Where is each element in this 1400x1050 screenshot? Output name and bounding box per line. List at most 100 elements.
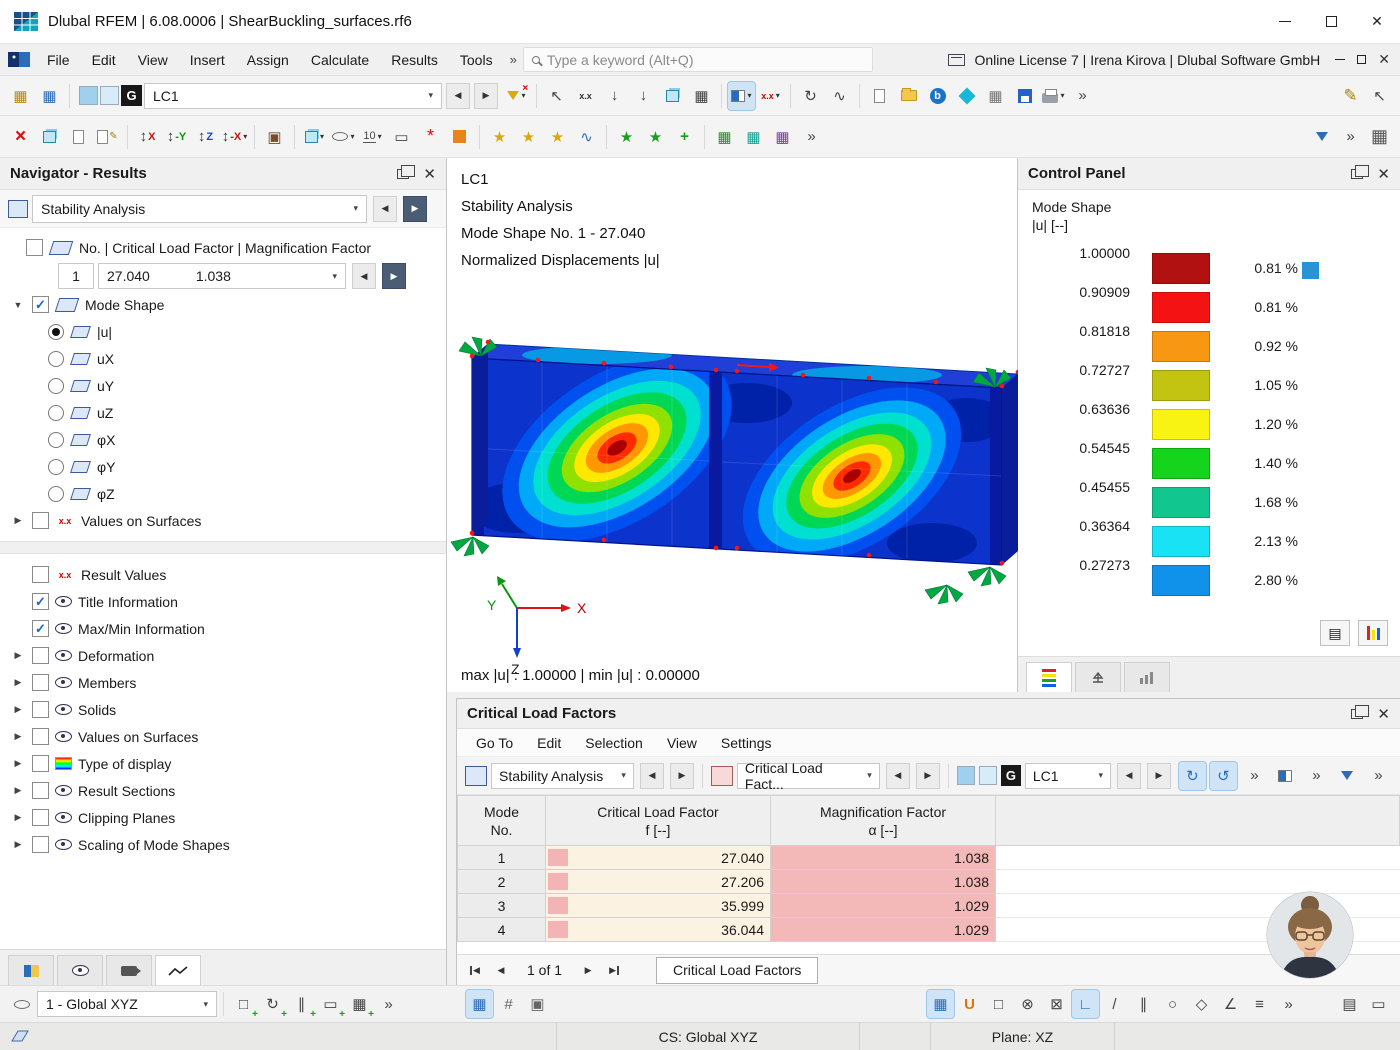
last-page-button[interactable]: ▶ [602, 958, 626, 982]
checkbox[interactable] [32, 728, 49, 745]
table-row-mode-3[interactable]: 3 35.999 1.029 [458, 894, 1400, 918]
component-phiz[interactable]: φZ [0, 480, 446, 507]
new-model-icon[interactable] [866, 82, 893, 110]
menu-tools[interactable]: Tools [449, 44, 504, 76]
display-properties-icon[interactable]: ▣ [261, 123, 288, 151]
menu-calculate[interactable]: Calculate [300, 44, 380, 76]
mode-number-field[interactable]: 1 [58, 263, 94, 289]
dlubal-flag-icon[interactable] [8, 52, 30, 67]
factor-cell[interactable]: 36.044 [546, 918, 771, 942]
tree-item-type-of-display[interactable]: ▶ Type of display [0, 750, 446, 777]
checkbox[interactable] [32, 512, 49, 529]
checkbox[interactable] [32, 836, 49, 853]
color-scale[interactable]: 1.000000.81 % 0.909090.81 % 0.818180.92 … [1018, 239, 1400, 604]
edit-color-scale-button[interactable] [1358, 620, 1388, 646]
checkbox[interactable] [32, 674, 49, 691]
checkbox[interactable] [32, 647, 49, 664]
checkbox[interactable] [32, 566, 49, 583]
menu-view[interactable]: View [127, 44, 179, 76]
menu-file[interactable]: File [36, 44, 81, 76]
component-phix[interactable]: φX [0, 426, 446, 453]
expand-icon[interactable]: ▶ [10, 650, 26, 661]
col-header-mode[interactable]: ModeNo. [458, 796, 546, 846]
show-results-icon[interactable]: ▾ [728, 82, 755, 110]
polyline-icon[interactable]: ∿ [573, 123, 600, 151]
coordinate-system-dropdown[interactable]: 1 - Global XYZ ▾ [37, 991, 217, 1017]
tab-results-navigator[interactable] [155, 955, 201, 985]
first-page-button[interactable]: ◀ [463, 958, 487, 982]
visual-filter-icon[interactable] [1308, 123, 1335, 151]
radio[interactable] [48, 459, 64, 475]
tab-factors[interactable] [1075, 662, 1121, 692]
close-panel-icon[interactable]: ✕ [423, 165, 436, 183]
tree-item-values-on-surfaces-2[interactable]: ▶ Values on Surfaces [0, 723, 446, 750]
edit-mode-icon[interactable]: ✎ [1337, 82, 1364, 110]
float-panel-icon[interactable] [1351, 169, 1363, 179]
keyword-search-input[interactable]: Type a keyword (Alt+Q) [523, 47, 873, 72]
previous-load-case-button[interactable]: ◀ [446, 83, 470, 109]
table-layout-icon[interactable]: ▦ [1366, 123, 1393, 151]
tree-item-solids[interactable]: ▶ Solids [0, 696, 446, 723]
col-header-magnification[interactable]: Magnification Factorα [--] [771, 796, 996, 846]
minimize-button[interactable] [1262, 0, 1308, 44]
tab-settings-chart[interactable] [1124, 662, 1170, 692]
next-result-table-button[interactable]: ▶ [916, 763, 940, 789]
user-avatar[interactable] [1266, 891, 1354, 979]
next-analysis-button[interactable]: ▶ [403, 196, 427, 222]
lc-color-swatch-2[interactable] [979, 766, 997, 785]
show-result-values-icon[interactable]: x.x▾ [757, 82, 784, 110]
show-numbering-icon[interactable]: x.x [572, 82, 599, 110]
wall-icon[interactable] [446, 123, 473, 151]
array-copy-icon[interactable]: ▦ [346, 990, 373, 1018]
model-viewport[interactable]: X Y Z LC1 Stability Analysis Mode Shape … [447, 158, 1018, 692]
select-pointer-icon[interactable]: ↖ [543, 82, 570, 110]
radio[interactable] [48, 351, 64, 367]
table-load-case-dropdown[interactable]: LC1 ▾ [1025, 763, 1111, 789]
expand-icon[interactable]: ▶ [10, 839, 26, 850]
mode-value-dropdown[interactable]: 27.040 1.038 ▾ [98, 263, 346, 289]
mode-no-cell[interactable]: 4 [458, 918, 546, 942]
previous-analysis-button[interactable]: ◀ [373, 196, 397, 222]
wave-results-icon[interactable]: ∿ [826, 82, 853, 110]
perpendicular-snap-icon[interactable]: ∟ [1072, 990, 1099, 1018]
checkbox-checked[interactable]: ✓ [32, 296, 49, 313]
previous-lc-button[interactable]: ◀ [1117, 763, 1141, 789]
checkbox-checked[interactable]: ✓ [32, 593, 49, 610]
tree-item-members[interactable]: ▶ Members [0, 669, 446, 696]
delete-results-icon[interactable]: × [7, 123, 34, 151]
node-on-line-icon[interactable]: ★ [515, 123, 542, 151]
sync-selection-icon[interactable]: ↻ [1179, 762, 1206, 790]
col-header-factor[interactable]: Critical Load Factorf [--] [546, 796, 771, 846]
filter-overflow-icon[interactable]: » [1337, 123, 1364, 151]
mode-no-cell[interactable]: 1 [458, 846, 546, 870]
section-icon[interactable]: ▭ [388, 123, 415, 151]
expand-icon[interactable]: ▶ [10, 758, 26, 769]
mirror-copy-icon[interactable]: ∥ [288, 990, 315, 1018]
edit-overflow-icon[interactable]: » [375, 990, 402, 1018]
lc-color-swatch-1[interactable] [79, 86, 98, 105]
edit-note-icon[interactable]: ✎ [94, 123, 121, 151]
table-filter-icon[interactable] [1334, 762, 1361, 790]
mode-no-cell[interactable]: 3 [458, 894, 546, 918]
lc-color-swatch-1[interactable] [957, 766, 975, 785]
sheet-tab-critical-load-factors[interactable]: Critical Load Factors [656, 957, 818, 984]
doc-close-icon[interactable]: ✕ [1378, 51, 1390, 68]
menu-view-table[interactable]: View [656, 735, 708, 751]
mode-no-cell[interactable]: 2 [458, 870, 546, 894]
checkbox[interactable] [32, 755, 49, 772]
previous-result-table-button[interactable]: ◀ [886, 763, 910, 789]
table-overflow2-icon[interactable]: » [1303, 762, 1330, 790]
maximize-button[interactable] [1308, 0, 1354, 44]
display-tables-icon[interactable]: ▦ [36, 82, 63, 110]
connect-lines-icon[interactable]: + [671, 123, 698, 151]
tab-color-scale[interactable] [1026, 662, 1072, 692]
checkbox[interactable] [32, 809, 49, 826]
tree-item-result-values[interactable]: x.x Result Values [0, 561, 446, 588]
factor-cell[interactable]: 27.206 [546, 870, 771, 894]
mesh-points-icon[interactable]: * [417, 123, 444, 151]
expand-icon[interactable]: ▶ [10, 785, 26, 796]
toolbar2-overflow-icon[interactable]: » [798, 123, 825, 151]
rotate-copy-icon[interactable]: ↻ [259, 990, 286, 1018]
expand-icon[interactable]: ▶ [10, 704, 26, 715]
checkbox-checked[interactable]: ✓ [32, 620, 49, 637]
